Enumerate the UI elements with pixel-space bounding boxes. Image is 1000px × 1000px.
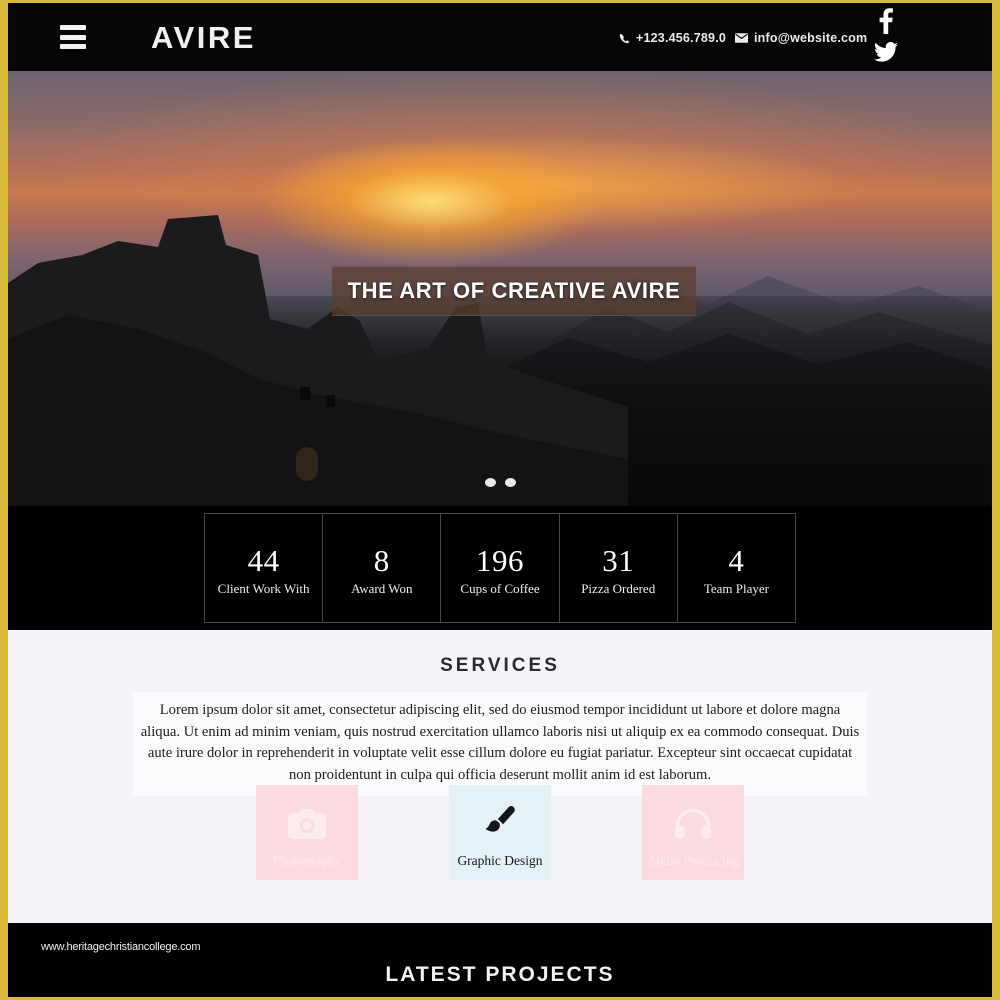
watermark-url: www.heritagechristiancollege.com (41, 941, 201, 953)
stats-grid: 44 Client Work With 8 Award Won 196 Cups… (204, 513, 796, 623)
hero-dot[interactable] (504, 478, 516, 487)
stat-number: 31 (602, 542, 635, 578)
headphones-icon (674, 797, 712, 839)
stat-number: 4 (728, 542, 745, 578)
paintbrush-icon (483, 797, 517, 839)
service-card-label: Graphic Design (457, 852, 543, 868)
hamburger-bar (60, 34, 86, 40)
service-card-label: Photography (272, 852, 342, 868)
contact-email[interactable]: info@website.com (735, 31, 867, 45)
contact-phone[interactable]: +123.456.789.0 (619, 31, 726, 45)
stats-section: 44 Client Work With 8 Award Won 196 Cups… (8, 506, 992, 630)
service-card-graphic-design[interactable]: Graphic Design (449, 785, 551, 880)
page-frame: AVIRE +123.456.789.0 info@website.com TH… (8, 3, 992, 997)
hero-caption-text: THE ART OF CREATIVE AVIRE (347, 278, 681, 303)
stat-cell-award-won: 8 Award Won (323, 514, 442, 622)
envelope-icon (735, 33, 748, 43)
latest-projects-title: LATEST PROJECTS (385, 963, 615, 986)
stat-label: Cups of Coffee (460, 581, 540, 597)
hero-caption: THE ART OF CREATIVE AVIRE (332, 266, 696, 316)
service-card-label: Audio Producing (646, 852, 740, 868)
services-description-box: Lorem ipsum dolor sit amet, consectetur … (133, 692, 867, 797)
facebook-icon (879, 8, 893, 34)
site-header: AVIRE +123.456.789.0 info@website.com (8, 3, 992, 71)
services-description: Lorem ipsum dolor sit amet, consectetur … (140, 702, 860, 783)
twitter-icon (874, 42, 898, 62)
stat-label: Client Work With (217, 581, 310, 597)
services-title: SERVICES (440, 655, 560, 676)
stat-number: 196 (476, 542, 524, 578)
contact-phone-text: +123.456.789.0 (636, 31, 727, 45)
hero-castle-silhouette (8, 215, 628, 506)
stat-label: Pizza Ordered (581, 581, 656, 597)
services-section: SERVICES Lorem ipsum dolor sit amet, con… (8, 630, 992, 923)
hero-slider: THE ART OF CREATIVE AVIRE (8, 71, 992, 506)
stat-label: Team Player (703, 581, 769, 597)
stat-cell-pizza-ordered: 31 Pizza Ordered (560, 514, 678, 622)
hero-dot[interactable] (484, 478, 496, 487)
hamburger-menu-icon[interactable] (60, 25, 86, 49)
social-links (864, 5, 908, 71)
service-cards: Photography Graphic Design Audio Produci… (8, 785, 992, 880)
stat-cell-team-player: 4 Team Player (678, 514, 795, 622)
twitter-link[interactable] (872, 38, 900, 66)
stat-number: 8 (373, 542, 390, 578)
service-card-audio-producing[interactable]: Audio Producing (642, 785, 744, 880)
contact-email-text: info@website.com (754, 31, 868, 45)
facebook-link[interactable] (872, 7, 900, 35)
brand-logo[interactable]: AVIRE (151, 20, 256, 56)
camera-icon (288, 797, 326, 839)
stat-label: Award Won (351, 581, 413, 597)
hamburger-bar (60, 25, 86, 30)
phone-icon (619, 33, 630, 43)
service-card-photography[interactable]: Photography (256, 785, 358, 880)
hamburger-bar (60, 44, 86, 49)
stat-cell-client-work-with: 44 Client Work With (205, 514, 324, 622)
hero-pagination-dots (8, 478, 992, 487)
latest-projects-section: www.heritagechristiancollege.com LATEST … (8, 923, 992, 997)
stat-cell-cups-of-coffee: 196 Cups of Coffee (441, 514, 560, 622)
stat-number: 44 (247, 542, 280, 578)
